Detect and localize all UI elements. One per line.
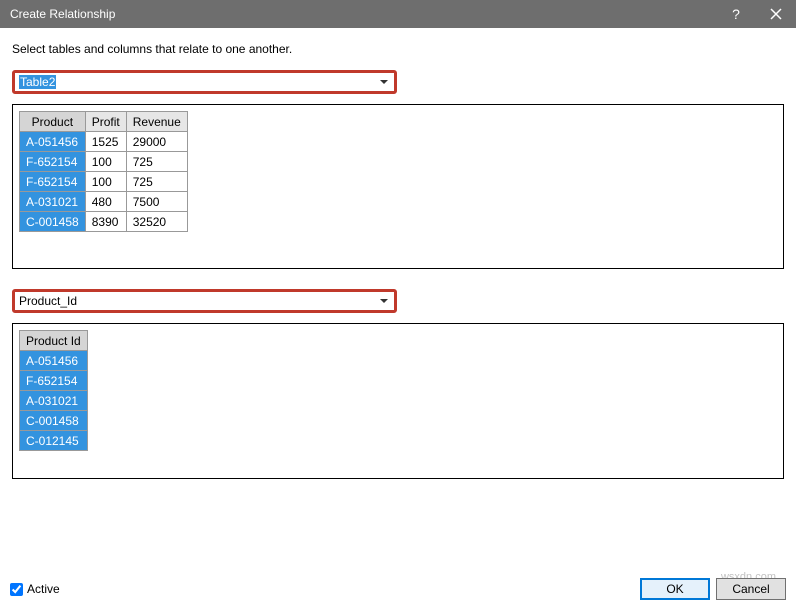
table-cell[interactable]: 7500 [126, 192, 187, 212]
close-icon [770, 8, 782, 20]
table-row[interactable]: A-031021 [20, 391, 88, 411]
footer-buttons: OK Cancel [640, 578, 786, 600]
close-button[interactable] [756, 0, 796, 28]
window-title: Create Relationship [10, 7, 115, 21]
active-checkbox-wrap[interactable]: Active [10, 582, 60, 596]
table-cell[interactable]: C-001458 [20, 411, 88, 431]
table-cell[interactable]: A-031021 [20, 391, 88, 411]
table-cell[interactable]: A-051456 [20, 132, 86, 152]
table-row[interactable]: C-012145 [20, 431, 88, 451]
table-cell[interactable]: F-652154 [20, 172, 86, 192]
table-cell[interactable]: 8390 [85, 212, 126, 232]
column-select-value: Product_Id [19, 294, 77, 308]
table-cell[interactable]: C-012145 [20, 431, 88, 451]
instruction-text: Select tables and columns that relate to… [12, 42, 784, 56]
table-row[interactable]: F-652154100725 [20, 172, 188, 192]
chevron-down-icon [376, 293, 392, 309]
table-select-dropdown[interactable]: Table2 [12, 70, 397, 94]
dialog-content: Select tables and columns that relate to… [0, 28, 796, 479]
table-preview-panel-2: Product IdA-051456F-652154A-031021C-0014… [12, 323, 784, 479]
column-header[interactable]: Product [20, 112, 86, 132]
table-row[interactable]: C-001458839032520 [20, 212, 188, 232]
ok-button[interactable]: OK [640, 578, 710, 600]
table-preview-panel-1: ProductProfitRevenueA-051456152529000F-6… [12, 104, 784, 269]
active-checkbox[interactable] [10, 583, 23, 596]
chevron-down-icon [376, 74, 392, 90]
column-header[interactable]: Revenue [126, 112, 187, 132]
table-cell[interactable]: A-051456 [20, 351, 88, 371]
table-cell[interactable]: 29000 [126, 132, 187, 152]
cancel-button-label: Cancel [732, 582, 769, 596]
table-cell[interactable]: 480 [85, 192, 126, 212]
table-row[interactable]: F-652154100725 [20, 152, 188, 172]
ok-button-label: OK [666, 582, 683, 596]
table-cell[interactable]: F-652154 [20, 152, 86, 172]
table1[interactable]: ProductProfitRevenueA-051456152529000F-6… [19, 111, 188, 232]
table-cell[interactable]: C-001458 [20, 212, 86, 232]
titlebar-controls: ? [716, 0, 796, 28]
table2[interactable]: Product IdA-051456F-652154A-031021C-0014… [19, 330, 88, 451]
column-select-dropdown[interactable]: Product_Id [12, 289, 397, 313]
column-header[interactable]: Profit [85, 112, 126, 132]
help-button[interactable]: ? [716, 0, 756, 28]
table-cell[interactable]: 100 [85, 172, 126, 192]
table-row[interactable]: A-051456 [20, 351, 88, 371]
table-cell[interactable]: 725 [126, 152, 187, 172]
table-cell[interactable]: 725 [126, 172, 187, 192]
help-icon: ? [732, 6, 740, 22]
table-row[interactable]: F-652154 [20, 371, 88, 391]
column-header[interactable]: Product Id [20, 331, 88, 351]
table-cell[interactable]: 100 [85, 152, 126, 172]
dialog-footer: Active OK Cancel [10, 578, 786, 600]
table-row[interactable]: C-001458 [20, 411, 88, 431]
table-cell[interactable]: 1525 [85, 132, 126, 152]
table-row[interactable]: A-0310214807500 [20, 192, 188, 212]
table-cell[interactable]: A-031021 [20, 192, 86, 212]
table-select-value: Table2 [19, 75, 56, 89]
cancel-button[interactable]: Cancel [716, 578, 786, 600]
table-cell[interactable]: F-652154 [20, 371, 88, 391]
table-row[interactable]: A-051456152529000 [20, 132, 188, 152]
active-label: Active [27, 582, 60, 596]
table-cell[interactable]: 32520 [126, 212, 187, 232]
titlebar: Create Relationship ? [0, 0, 796, 28]
